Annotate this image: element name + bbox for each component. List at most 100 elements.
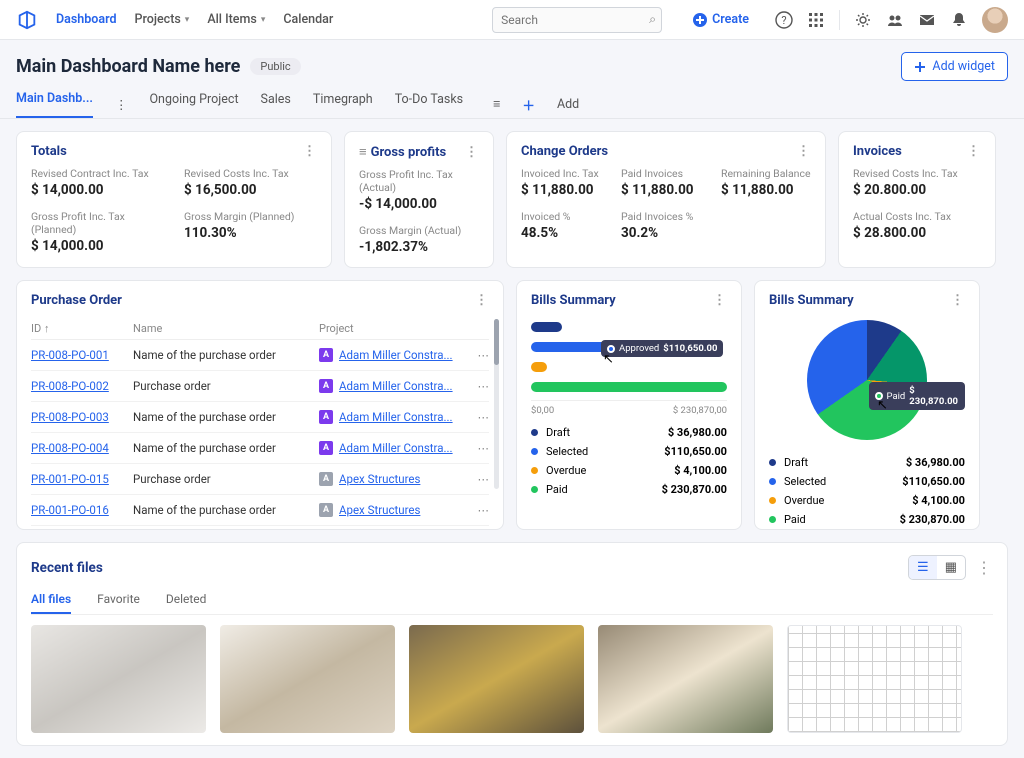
card-gross-title: Gross profits xyxy=(371,145,447,160)
legend-dot-icon xyxy=(531,429,538,436)
bar-paid[interactable] xyxy=(531,382,727,392)
chevron-down-icon: ▾ xyxy=(261,15,266,25)
po-id-link[interactable]: PR-001-PO-015 xyxy=(31,472,109,486)
file-tab-favorite[interactable]: Favorite xyxy=(97,586,140,614)
legend-value: $ 230,870.00 xyxy=(900,513,965,526)
project-badge: A xyxy=(319,472,333,486)
table-row[interactable]: PR-008-PO-004 Name of the purchase order A… xyxy=(31,433,489,464)
chevron-down-icon: ▾ xyxy=(185,15,190,25)
nav-all-items[interactable]: All Items ▾ xyxy=(207,12,265,27)
project-badge: A xyxy=(319,503,333,517)
project-link[interactable]: Adam Miller Constra... xyxy=(339,379,453,393)
people-icon[interactable] xyxy=(886,11,904,29)
row-kebab[interactable]: ⋯ xyxy=(478,503,490,517)
tab-add[interactable]: Add xyxy=(557,97,579,112)
file-tab-deleted[interactable]: Deleted xyxy=(166,586,207,614)
search-input[interactable] xyxy=(492,7,662,33)
tab-main-dashboard[interactable]: Main Dashb... xyxy=(16,91,93,118)
project-link[interactable]: Adam Miller Constra... xyxy=(339,348,453,362)
row-kebab[interactable]: ⋯ xyxy=(478,410,490,424)
legend-dot-icon xyxy=(531,448,538,455)
file-thumbnail[interactable] xyxy=(31,625,206,733)
project-link[interactable]: Apex Structures xyxy=(339,503,420,517)
user-avatar[interactable] xyxy=(982,7,1008,33)
bills-bar-chart: Approved$110,650.00 ↖ xyxy=(531,316,727,396)
top-icons: ? xyxy=(775,7,1008,33)
help-icon[interactable]: ? xyxy=(775,11,793,29)
card-gross-profits: ≡Gross profits⋮ Gross Profit Inc. Tax (A… xyxy=(344,131,494,268)
tabs-list-icon[interactable]: ≡ xyxy=(493,97,500,112)
apps-grid-icon[interactable] xyxy=(807,11,825,29)
tab-sales[interactable]: Sales xyxy=(261,92,291,117)
card-kebab[interactable]: ⋮ xyxy=(951,293,965,308)
project-link[interactable]: Adam Miller Constra... xyxy=(339,441,453,455)
po-col-project[interactable]: Project xyxy=(319,322,479,335)
table-row[interactable]: PR-008-PO-003Name of the purchase orderA… xyxy=(31,402,489,433)
nav-dashboard[interactable]: Dashboard xyxy=(56,12,117,27)
file-thumbnail[interactable] xyxy=(598,625,773,733)
list-view-button[interactable]: ☰ xyxy=(909,556,937,579)
bar-overdue[interactable] xyxy=(531,362,547,372)
scrollthumb[interactable] xyxy=(494,319,499,365)
card-change-orders-title: Change Orders xyxy=(521,144,608,159)
file-tab-all[interactable]: All files xyxy=(31,586,71,614)
table-row[interactable]: PR-001-PO-016Name of the purchase orderA… xyxy=(31,495,489,526)
metric-value: $ 28.800.00 xyxy=(853,225,981,241)
metric-label: Paid Invoices % xyxy=(621,210,711,223)
po-col-id[interactable]: ID ↑ xyxy=(31,322,133,335)
bell-icon[interactable] xyxy=(950,11,968,29)
card-kebab[interactable]: ⋮ xyxy=(797,144,811,159)
nav-projects[interactable]: Projects▾ xyxy=(135,12,190,27)
axis-max: $ 230,870,00 xyxy=(673,405,727,416)
row-kebab[interactable]: ⋯ xyxy=(478,441,490,455)
table-row[interactable]: PR-001-PO-015Purchase orderAApex Structu… xyxy=(31,464,489,495)
project-badge: A xyxy=(319,379,333,393)
bar-draft[interactable] xyxy=(531,322,562,332)
tab-main-kebab[interactable]: ⋮ xyxy=(115,97,128,113)
card-kebab[interactable]: ⋮ xyxy=(713,293,727,308)
card-kebab[interactable]: ⋮ xyxy=(303,144,317,159)
po-id-link[interactable]: PR-001-PO-016 xyxy=(31,503,109,517)
tab-todo[interactable]: To-Do Tasks xyxy=(395,92,463,117)
metric-label: Revised Costs Inc. Tax xyxy=(184,167,317,180)
card-kebab[interactable]: ⋮ xyxy=(976,558,993,577)
drag-icon[interactable]: ≡ xyxy=(359,144,367,160)
table-row[interactable]: PR-008-PO-002 Purchase orderA Adam Miller … xyxy=(31,371,489,402)
row-kebab[interactable]: ⋯ xyxy=(478,472,490,486)
row-kebab[interactable]: ⋯ xyxy=(478,348,490,362)
grid-view-button[interactable]: ▦ xyxy=(937,556,965,579)
po-id-link[interactable]: PR-008-PO-001 xyxy=(31,348,109,362)
po-id-link[interactable]: PR-008-PO-002 xyxy=(31,379,109,393)
row-kebab[interactable]: ⋯ xyxy=(478,379,490,393)
gear-icon[interactable] xyxy=(854,11,872,29)
visibility-badge: Public xyxy=(250,58,300,75)
file-thumbnail[interactable] xyxy=(220,625,395,733)
tab-ongoing-project[interactable]: Ongoing Project xyxy=(149,92,238,117)
card-kebab[interactable]: ⋮ xyxy=(967,144,981,159)
nav-all-items-label: All Items xyxy=(207,12,257,27)
card-kebab[interactable]: ⋮ xyxy=(475,293,489,308)
metric-label: Invoiced Inc. Tax xyxy=(521,167,611,180)
tabs-plus-icon[interactable]: ＋ xyxy=(522,95,535,114)
project-link[interactable]: Adam Miller Constra... xyxy=(339,410,453,424)
file-thumbnail[interactable] xyxy=(409,625,584,733)
po-name: Purchase order xyxy=(133,379,319,393)
pie[interactable] xyxy=(807,320,927,440)
file-thumbnail[interactable] xyxy=(787,625,962,733)
project-link[interactable]: Apex Structures xyxy=(339,472,420,486)
po-col-name[interactable]: Name xyxy=(133,322,319,335)
bills-pie-chart: Paid$ 230,870.00 ↖ xyxy=(769,316,965,446)
po-id-link[interactable]: PR-008-PO-003 xyxy=(31,410,109,424)
card-kebab[interactable]: ⋮ xyxy=(465,145,479,160)
po-name: Name of the purchase order xyxy=(133,441,319,455)
mail-icon[interactable] xyxy=(918,11,936,29)
create-button[interactable]: Create xyxy=(692,12,749,28)
add-widget-button[interactable]: Add widget xyxy=(901,52,1008,81)
legend-label: Overdue xyxy=(784,494,824,507)
po-id-link[interactable]: PR-008-PO-004 xyxy=(31,441,109,455)
po-name: Name of the purchase order xyxy=(133,348,319,362)
nav-calendar[interactable]: Calendar xyxy=(283,12,333,27)
table-row[interactable]: PR-008-PO-001 Name of the purchase order A… xyxy=(31,340,489,371)
scrollbar[interactable] xyxy=(494,319,499,489)
tab-timegraph[interactable]: Timegraph xyxy=(313,92,373,117)
